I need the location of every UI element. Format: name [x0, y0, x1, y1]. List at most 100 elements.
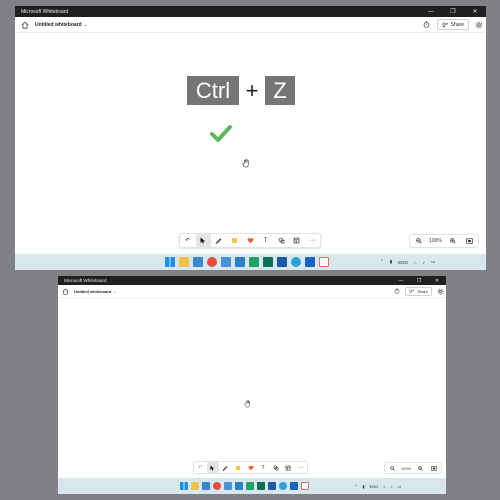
home-icon[interactable]	[59, 288, 72, 295]
more-icon[interactable]: ⋯	[295, 462, 308, 473]
whiteboard-window-top: Microsoft Whiteboard — ❐ ✕ Untitled whit…	[15, 6, 486, 270]
chevron-down-icon[interactable]: ⌄	[84, 22, 88, 28]
chevron-up-icon[interactable]: ⌃	[354, 484, 357, 489]
maximize-icon[interactable]: ❐	[410, 276, 428, 285]
fit-to-screen-icon[interactable]	[461, 235, 478, 247]
whiteboard-app-icon[interactable]	[301, 482, 309, 490]
share-button[interactable]: Share	[436, 19, 469, 30]
sticky-note-icon[interactable]	[232, 462, 245, 473]
linkedin-icon[interactable]	[268, 482, 276, 490]
creation-toolbar: ↶ T ⋯	[179, 233, 321, 248]
chevron-up-icon[interactable]: ⌃	[380, 259, 384, 265]
zoom-in-icon[interactable]	[413, 463, 427, 473]
linkedin-icon[interactable]	[277, 257, 287, 267]
language-indicator[interactable]: ENG	[398, 260, 408, 265]
language-indicator[interactable]: ENG	[370, 484, 379, 489]
battery-icon[interactable]: ▭	[431, 259, 435, 265]
start-icon[interactable]	[165, 257, 175, 267]
maximize-icon[interactable]: ❐	[442, 6, 464, 17]
microphone-icon[interactable]: ▮	[390, 259, 392, 265]
app-header: Untitled whiteboard ⌄ Share	[58, 285, 446, 298]
wifi-icon[interactable]: ⌂	[383, 484, 385, 489]
close-icon[interactable]: ✕	[428, 276, 446, 285]
edge-icon[interactable]	[279, 482, 287, 490]
minimize-icon[interactable]: —	[420, 6, 442, 17]
app-header: Untitled whiteboard ⌄ Share	[15, 17, 486, 33]
pen-icon[interactable]	[211, 234, 227, 247]
share-label: Share	[417, 288, 428, 294]
templates-icon[interactable]	[289, 234, 305, 247]
share-button[interactable]: Share	[405, 286, 432, 296]
pen-icon[interactable]	[219, 462, 232, 473]
close-icon[interactable]: ✕	[464, 6, 486, 17]
notepad-icon[interactable]	[224, 482, 232, 490]
volume-icon[interactable]: ♪	[391, 484, 393, 489]
text-icon[interactable]: T	[257, 462, 270, 473]
reaction-heart-icon[interactable]	[244, 462, 257, 473]
undo-icon[interactable]: ↶	[180, 234, 196, 247]
board-name[interactable]: Untitled whiteboard	[74, 289, 111, 294]
title-bar[interactable]: Microsoft Whiteboard — ❐ ✕	[58, 276, 446, 285]
timer-icon[interactable]	[420, 18, 434, 32]
plus-sign[interactable]: +	[242, 76, 262, 105]
templates-icon[interactable]	[282, 462, 295, 473]
terminal-icon[interactable]	[263, 257, 273, 267]
timer-icon[interactable]	[391, 286, 402, 297]
fit-to-screen-icon[interactable]	[427, 463, 441, 473]
taskbar: ⌃ ▮ ENG ⌂ ♪ ▭	[15, 254, 486, 270]
select-icon[interactable]	[195, 234, 212, 247]
window-title: Microsoft Whiteboard	[64, 278, 107, 283]
title-bar[interactable]: Microsoft Whiteboard — ❐ ✕	[15, 6, 486, 17]
keycap-z[interactable]: Z	[265, 76, 295, 105]
settings-gear-icon[interactable]	[472, 18, 486, 32]
zoom-out-icon[interactable]	[410, 235, 427, 247]
battery-icon[interactable]: ▭	[398, 484, 402, 489]
file-explorer-icon[interactable]	[191, 482, 199, 490]
microphone-icon[interactable]: ▮	[362, 484, 364, 489]
home-icon[interactable]	[17, 21, 33, 29]
undo-icon[interactable]: ↶	[194, 462, 207, 473]
terminal-icon[interactable]	[257, 482, 265, 490]
notepad-icon[interactable]	[221, 257, 231, 267]
zoom-level[interactable]: 100%	[427, 235, 444, 247]
hand-cursor-icon	[244, 400, 250, 408]
more-icon[interactable]: ⋯	[305, 234, 321, 247]
shapes-icon[interactable]	[273, 234, 289, 247]
checkmark-icon[interactable]	[209, 124, 233, 144]
excel-icon[interactable]	[246, 482, 254, 490]
text-icon[interactable]: T	[258, 234, 274, 247]
file-explorer-icon[interactable]	[179, 257, 189, 267]
reaction-heart-icon[interactable]	[242, 234, 258, 247]
start-icon[interactable]	[180, 482, 188, 490]
settings-gear-icon[interactable]	[435, 286, 446, 297]
zoom-level[interactable]: 100%	[399, 463, 413, 473]
mail-icon[interactable]	[305, 257, 315, 267]
shapes-icon[interactable]	[269, 462, 282, 473]
taskbar: ⌃ ▮ ENG ⌂ ♪ ▭	[58, 478, 446, 494]
edge-icon[interactable]	[291, 257, 301, 267]
board-name[interactable]: Untitled whiteboard	[35, 22, 82, 28]
photos-icon[interactable]	[202, 482, 210, 490]
zoom-control: 100%	[409, 234, 479, 248]
zoom-out-icon[interactable]	[385, 463, 399, 473]
chrome-icon[interactable]	[207, 257, 217, 267]
sticky-note-icon[interactable]	[227, 234, 243, 247]
whiteboard-app-icon[interactable]	[319, 257, 329, 267]
wifi-icon[interactable]: ⌂	[414, 260, 417, 265]
volume-icon[interactable]: ♪	[423, 260, 425, 265]
mail-icon[interactable]	[290, 482, 298, 490]
zoom-control: 100%	[384, 462, 442, 474]
select-icon[interactable]	[206, 462, 220, 473]
document-icon[interactable]	[235, 482, 243, 490]
share-label: Share	[450, 21, 464, 28]
chevron-down-icon[interactable]: ⌄	[113, 289, 116, 294]
window-title: Microsoft Whiteboard	[21, 8, 69, 15]
excel-icon[interactable]	[249, 257, 259, 267]
document-icon[interactable]	[235, 257, 245, 267]
chrome-icon[interactable]	[213, 482, 221, 490]
whiteboard-window-bottom: Microsoft Whiteboard — ❐ ✕ Untitled whit…	[58, 276, 446, 494]
zoom-in-icon[interactable]	[444, 235, 461, 247]
minimize-icon[interactable]: —	[392, 276, 410, 285]
photos-icon[interactable]	[193, 257, 203, 267]
keycap-ctrl[interactable]: Ctrl	[187, 76, 239, 105]
